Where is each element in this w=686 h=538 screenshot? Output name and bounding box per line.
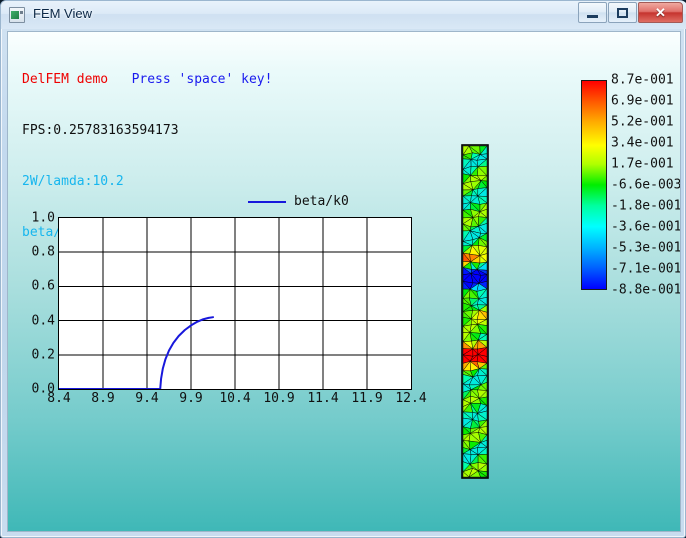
- x-tick-label: 12.4: [395, 391, 427, 406]
- minimize-icon: [579, 3, 606, 22]
- close-icon: ✕: [655, 4, 666, 20]
- legend-line-swatch: [248, 200, 286, 203]
- x-tick-label: 11.9: [351, 391, 383, 406]
- colorbar-label: 5.2e-001: [611, 114, 674, 130]
- dispersion-chart: beta/k0 0.0 0.2 0.4 0.6 0.8 1.0 8.4 8.9 9.4 9.9 1…: [32, 182, 427, 407]
- maximize-icon: [609, 3, 636, 22]
- colorbar-label: -1.8e-001: [611, 198, 680, 214]
- window-title: FEM View: [33, 6, 92, 21]
- x-tick-label: 9.4: [135, 391, 159, 406]
- x-tick-label: 9.9: [179, 391, 203, 406]
- minimize-button[interactable]: [578, 2, 607, 23]
- field-value-colorbar: 8.7e-001 6.9e-001 5.2e-001 3.4e-001 1.7e-001…: [581, 72, 680, 302]
- close-button[interactable]: ✕: [638, 2, 683, 23]
- colorbar-label: 8.7e-001: [611, 72, 674, 88]
- chart-legend: beta/k0: [248, 194, 349, 209]
- colorbar-label: 6.9e-001: [611, 93, 674, 109]
- x-tick-label: 8.9: [91, 391, 115, 406]
- colorbar-label: -6.6e-003: [611, 177, 680, 193]
- x-tick-label: 11.4: [307, 391, 339, 406]
- title-bar[interactable]: FEM View ✕: [1, 1, 686, 29]
- colorbar-label: 3.4e-001: [611, 135, 674, 151]
- demo-label: DelFEM demo: [22, 72, 109, 87]
- y-tick-label: 0.2: [31, 347, 55, 363]
- colorbar-label: -5.3e-001: [611, 240, 680, 256]
- colorbar-label: -7.1e-001: [611, 261, 680, 277]
- colorbar-label: -3.6e-001: [611, 219, 680, 235]
- fem-view-window: FEM View ✕ DelFEM demo Press 'space' key…: [0, 0, 686, 538]
- x-tick-label: 10.9: [263, 391, 295, 406]
- y-tick-label: 1.0: [31, 210, 55, 226]
- colorbar-label: -8.8e-001: [611, 282, 680, 298]
- mesh-render: [461, 144, 489, 479]
- client-area: DelFEM demo Press 'space' key! FPS:0.257…: [7, 31, 681, 532]
- maximize-button[interactable]: [608, 2, 637, 23]
- colorbar-gradient: [581, 80, 607, 290]
- window-controls: ✕: [577, 2, 683, 24]
- fps-readout: FPS:0.25783163594173: [22, 123, 179, 138]
- hud-line-title: DelFEM demo Press 'space' key!: [22, 71, 272, 88]
- app-icon: [9, 7, 25, 23]
- x-tick-label: 10.4: [219, 391, 251, 406]
- colorbar-label: 1.7e-001: [611, 156, 674, 172]
- fem-triangular-mesh-strip[interactable]: [461, 144, 489, 479]
- series-beta-over-k0: [59, 316, 214, 389]
- y-tick-label: 0.8: [31, 244, 55, 260]
- x-tick-label: 8.4: [47, 391, 71, 406]
- y-tick-label: 0.4: [31, 313, 55, 329]
- plot-area: 0.0 0.2 0.4 0.6 0.8 1.0 8.4 8.9 9.4 9.9 10.4 10.9 1…: [32, 211, 427, 407]
- press-space-hint: Press 'space' key!: [131, 72, 273, 87]
- y-tick-label: 0.6: [31, 278, 55, 294]
- legend-label: beta/k0: [294, 194, 349, 209]
- opengl-viewport[interactable]: DelFEM demo Press 'space' key! FPS:0.257…: [8, 32, 680, 531]
